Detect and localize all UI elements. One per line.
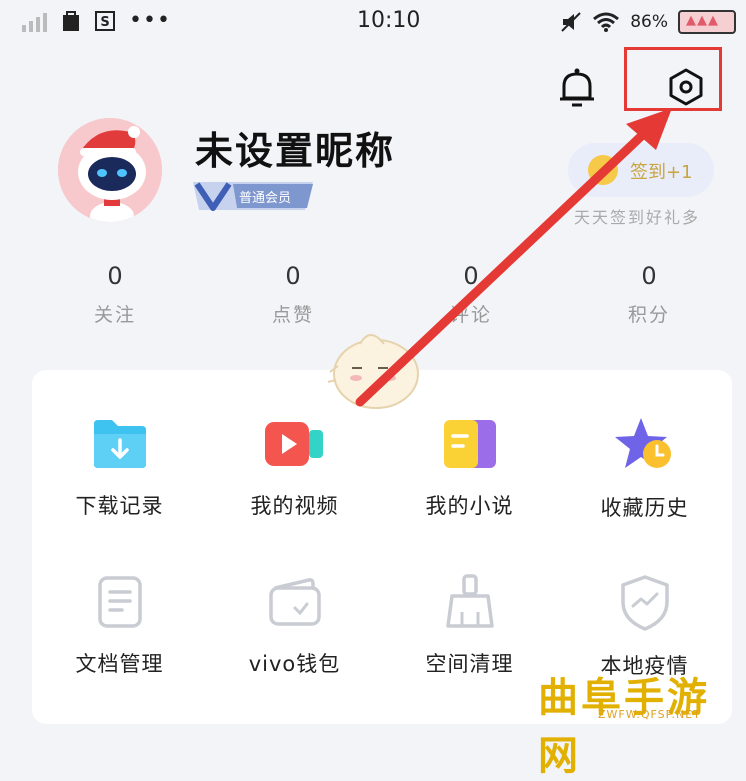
novel-book-icon — [443, 420, 496, 468]
status-right-icons: 86% ▲▲▲ — [560, 10, 736, 34]
battery-icon: ▲▲▲ — [678, 10, 736, 34]
robot-avatar-icon — [58, 118, 162, 222]
menu-item-novels[interactable]: 我的小说 — [382, 416, 557, 520]
menu-item-wallet[interactable]: vivo钱包 — [207, 574, 382, 678]
member-badge-label: 普通会员 — [239, 191, 292, 206]
status-bar: S ••• 10:10 86% ▲▲▲ — [0, 0, 746, 46]
stat-comments[interactable]: 0 评论 — [411, 262, 531, 327]
menu-item-documents[interactable]: 文档管理 — [32, 574, 207, 678]
menu-item-label: 我的视频 — [250, 494, 339, 518]
signal-icon — [22, 10, 47, 32]
stat-label: 关注 — [93, 304, 136, 326]
status-time: 10:10 — [357, 8, 421, 33]
menu-item-label: vivo钱包 — [248, 652, 341, 676]
signin-label: 签到+1 — [630, 162, 693, 183]
menu-item-label: 下载记录 — [75, 494, 164, 518]
menu-item-cleanup[interactable]: 空间清理 — [382, 574, 557, 678]
member-badge[interactable]: 普通会员 — [193, 180, 315, 212]
more-dots-icon: ••• — [129, 8, 171, 33]
avatar[interactable] — [58, 118, 162, 222]
stat-label: 积分 — [627, 304, 670, 326]
bell-icon[interactable] — [556, 66, 598, 110]
stat-likes[interactable]: 0 点赞 — [233, 262, 353, 327]
stat-value: 0 — [285, 262, 301, 290]
stat-follow[interactable]: 0 关注 — [55, 262, 175, 327]
status-left-icons: S ••• — [22, 10, 171, 32]
watermark-url: ZWFW.QFSP.NET — [598, 708, 701, 721]
menu-item-favorites[interactable]: 收藏历史 — [557, 416, 732, 522]
menu-item-label: 文档管理 — [75, 652, 164, 676]
star-clock-icon — [614, 418, 671, 468]
menu-item-videos[interactable]: 我的视频 — [207, 416, 382, 520]
bag-icon — [63, 11, 79, 31]
wallet-icon — [268, 578, 321, 626]
broom-icon — [445, 574, 494, 628]
svg-text:S: S — [100, 15, 109, 30]
signin-hint: 天天签到好礼多 — [574, 208, 701, 227]
signin-button[interactable]: 签到+1 — [568, 143, 714, 197]
menu-item-downloads[interactable]: 下载记录 — [32, 416, 207, 520]
stat-value: 0 — [107, 262, 123, 290]
watermark: 曲阜手游网 — [538, 675, 710, 779]
wifi-icon — [593, 12, 620, 32]
stat-value: 0 — [641, 262, 657, 290]
download-folder-icon — [93, 420, 146, 468]
mute-icon — [561, 12, 581, 32]
mascot-icon — [327, 334, 419, 409]
coin-icon — [588, 155, 618, 185]
stat-points[interactable]: 0 积分 — [589, 262, 709, 327]
battery-percent: 86% — [630, 12, 668, 32]
stat-value: 0 — [463, 262, 479, 290]
nickname[interactable]: 未设置昵称 — [195, 120, 395, 175]
menu-item-label: 收藏历史 — [600, 496, 689, 520]
shield-chart-icon — [620, 575, 669, 631]
menu-item-label: 我的小说 — [425, 494, 514, 518]
s-app-icon: S — [95, 11, 115, 31]
settings-hexagon-icon — [669, 68, 703, 106]
menu-item-label: 空间清理 — [425, 652, 514, 676]
video-icon — [264, 422, 323, 466]
settings-button[interactable] — [624, 47, 722, 111]
document-icon — [97, 576, 142, 628]
